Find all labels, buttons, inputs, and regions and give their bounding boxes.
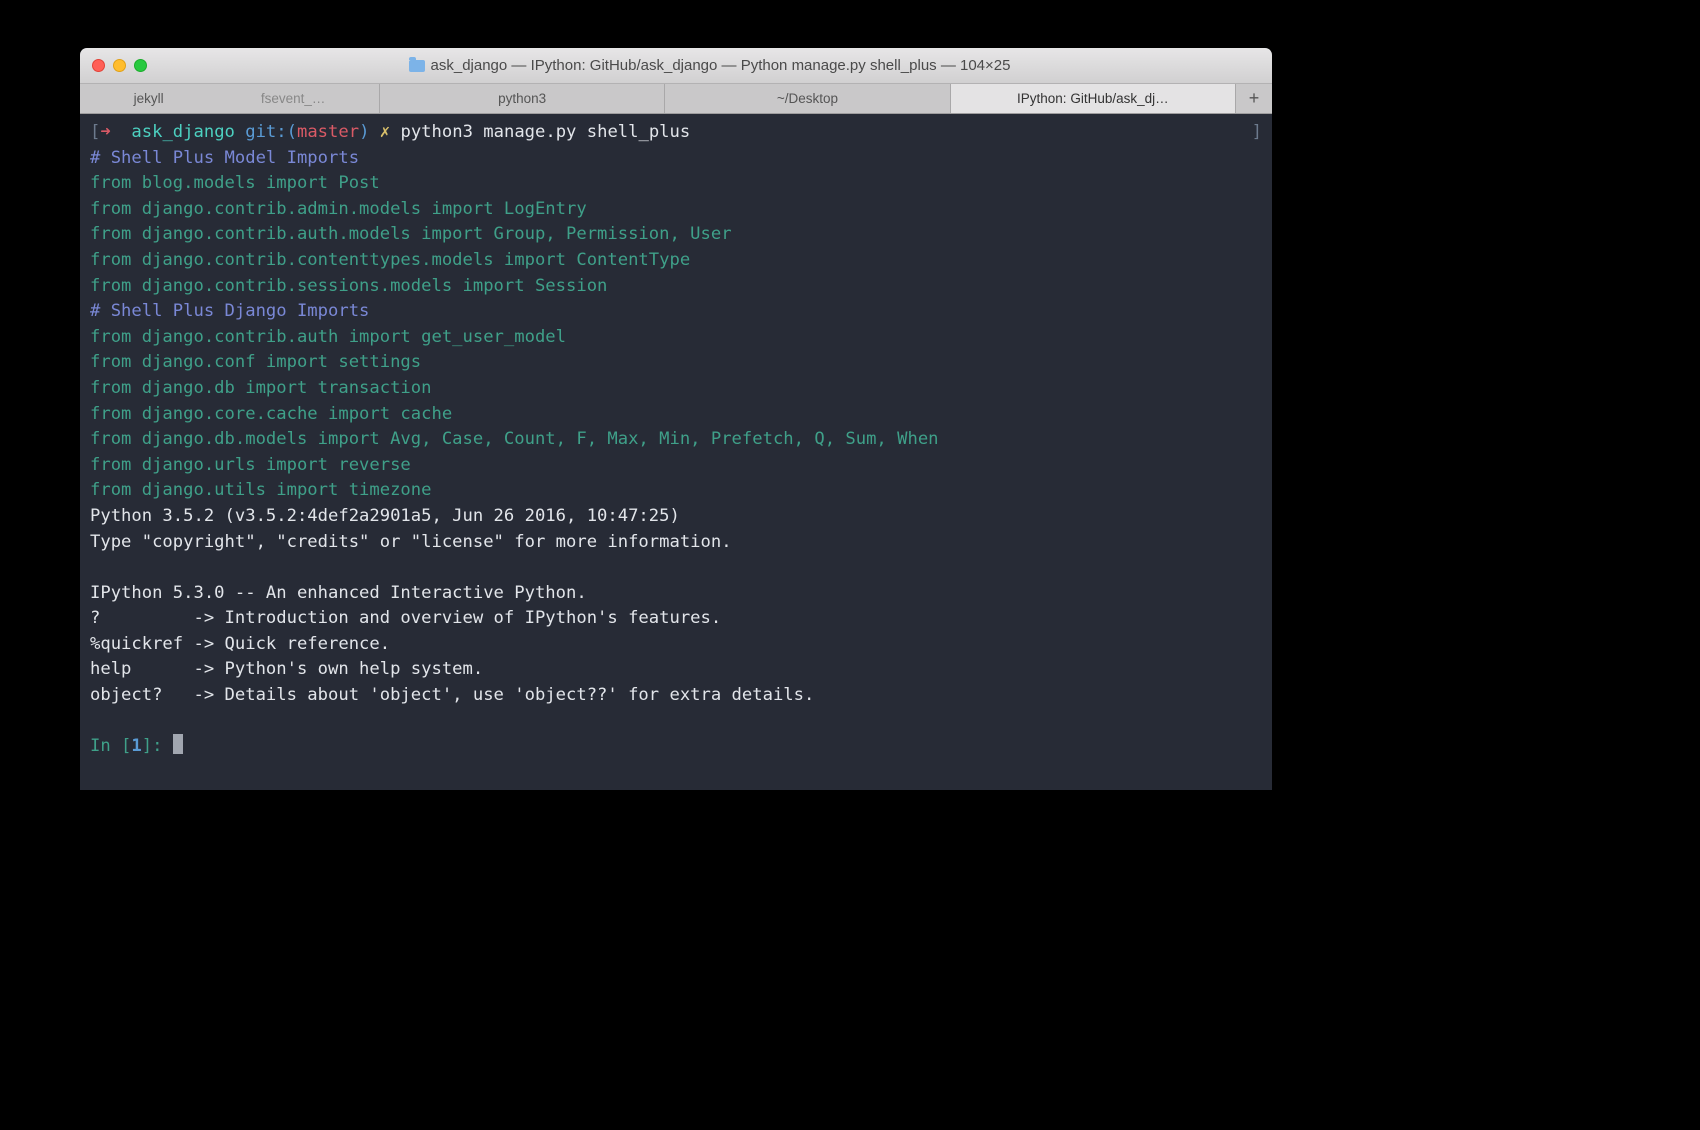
shell-output: from django.contrib.sessions.models impo… — [90, 276, 607, 296]
ipython-in-num: 1 — [131, 736, 141, 756]
new-tab-button[interactable]: + — [1236, 84, 1272, 113]
shell-output: # Shell Plus Model Imports — [90, 148, 359, 168]
plus-icon: + — [1249, 88, 1260, 109]
prompt-dirty: ✗ — [369, 122, 390, 142]
minimize-icon[interactable] — [113, 59, 126, 72]
shell-output: # Shell Plus Django Imports — [90, 301, 369, 321]
tab-label: fsevent_… — [261, 91, 326, 106]
prompt-dir: ask_django — [131, 122, 234, 142]
shell-output: %quickref -> Quick reference. — [90, 634, 390, 654]
traffic-lights — [92, 59, 147, 72]
shell-output: from django.contrib.contenttypes.models … — [90, 250, 690, 270]
tab-ipython-active[interactable]: IPython: GitHub/ask_dj… — [951, 84, 1236, 113]
zoom-icon[interactable] — [134, 59, 147, 72]
prompt-branch: master — [297, 122, 359, 142]
shell-output: IPython 5.3.0 -- An enhanced Interactive… — [90, 583, 587, 603]
shell-output: from django.db import transaction — [90, 378, 431, 398]
shell-output: from blog.models import Post — [90, 173, 380, 193]
terminal-window: ask_django — IPython: GitHub/ask_django … — [80, 48, 1272, 790]
tab-desktop[interactable]: ~/Desktop — [665, 84, 950, 113]
tab-label: ~/Desktop — [777, 91, 838, 106]
folder-icon — [409, 60, 425, 72]
terminal-content[interactable]: [➜ ask_django git:(master) ✗ python3 man… — [80, 114, 1272, 790]
shell-output: from django.db.models import Avg, Case, … — [90, 429, 939, 449]
ipython-in-post: ]: — [142, 736, 173, 756]
tab-label: python3 — [498, 91, 546, 106]
shell-output: object? -> Details about 'object', use '… — [90, 685, 814, 705]
shell-output: from django.contrib.auth.models import G… — [90, 224, 732, 244]
shell-output: help -> Python's own help system. — [90, 659, 483, 679]
prompt-git-pre: git:( — [235, 122, 297, 142]
shell-output: Python 3.5.2 (v3.5.2:4def2a2901a5, Jun 2… — [90, 506, 680, 526]
prompt-command: python3 manage.py shell_plus — [390, 122, 690, 142]
prompt-bracket: [ — [90, 122, 100, 142]
prompt-git-post: ) — [359, 122, 369, 142]
ipython-in-prompt: In [ — [90, 736, 131, 756]
shell-output: from django.conf import settings — [90, 352, 421, 372]
shell-output: from django.urls import reverse — [90, 455, 411, 475]
shell-output: from django.contrib.admin.models import … — [90, 199, 587, 219]
tab-label: jekyll — [134, 91, 164, 106]
tab-python3[interactable]: python3 — [380, 84, 665, 113]
window-title: ask_django — IPython: GitHub/ask_django … — [431, 57, 1011, 74]
prompt-arrow: ➜ — [100, 122, 131, 142]
tab-label: IPython: GitHub/ask_dj… — [1017, 91, 1169, 106]
shell-output: from django.contrib.auth import get_user… — [90, 327, 566, 347]
shell-output: from django.core.cache import cache — [90, 404, 452, 424]
titlebar[interactable]: ask_django — IPython: GitHub/ask_django … — [80, 48, 1272, 84]
cursor-icon — [173, 734, 183, 754]
close-icon[interactable] — [92, 59, 105, 72]
tab-bar: jekyll fsevent_… python3 ~/Desktop IPyth… — [80, 84, 1272, 114]
tab-group-jekyll[interactable]: jekyll fsevent_… — [80, 84, 380, 113]
window-title-wrap: ask_django — IPython: GitHub/ask_django … — [159, 57, 1260, 74]
prompt-bracket-right: ] — [1252, 120, 1262, 146]
shell-output: ? -> Introduction and overview of IPytho… — [90, 608, 721, 628]
shell-output: Type "copyright", "credits" or "license"… — [90, 532, 732, 552]
shell-output: from django.utils import timezone — [90, 480, 431, 500]
